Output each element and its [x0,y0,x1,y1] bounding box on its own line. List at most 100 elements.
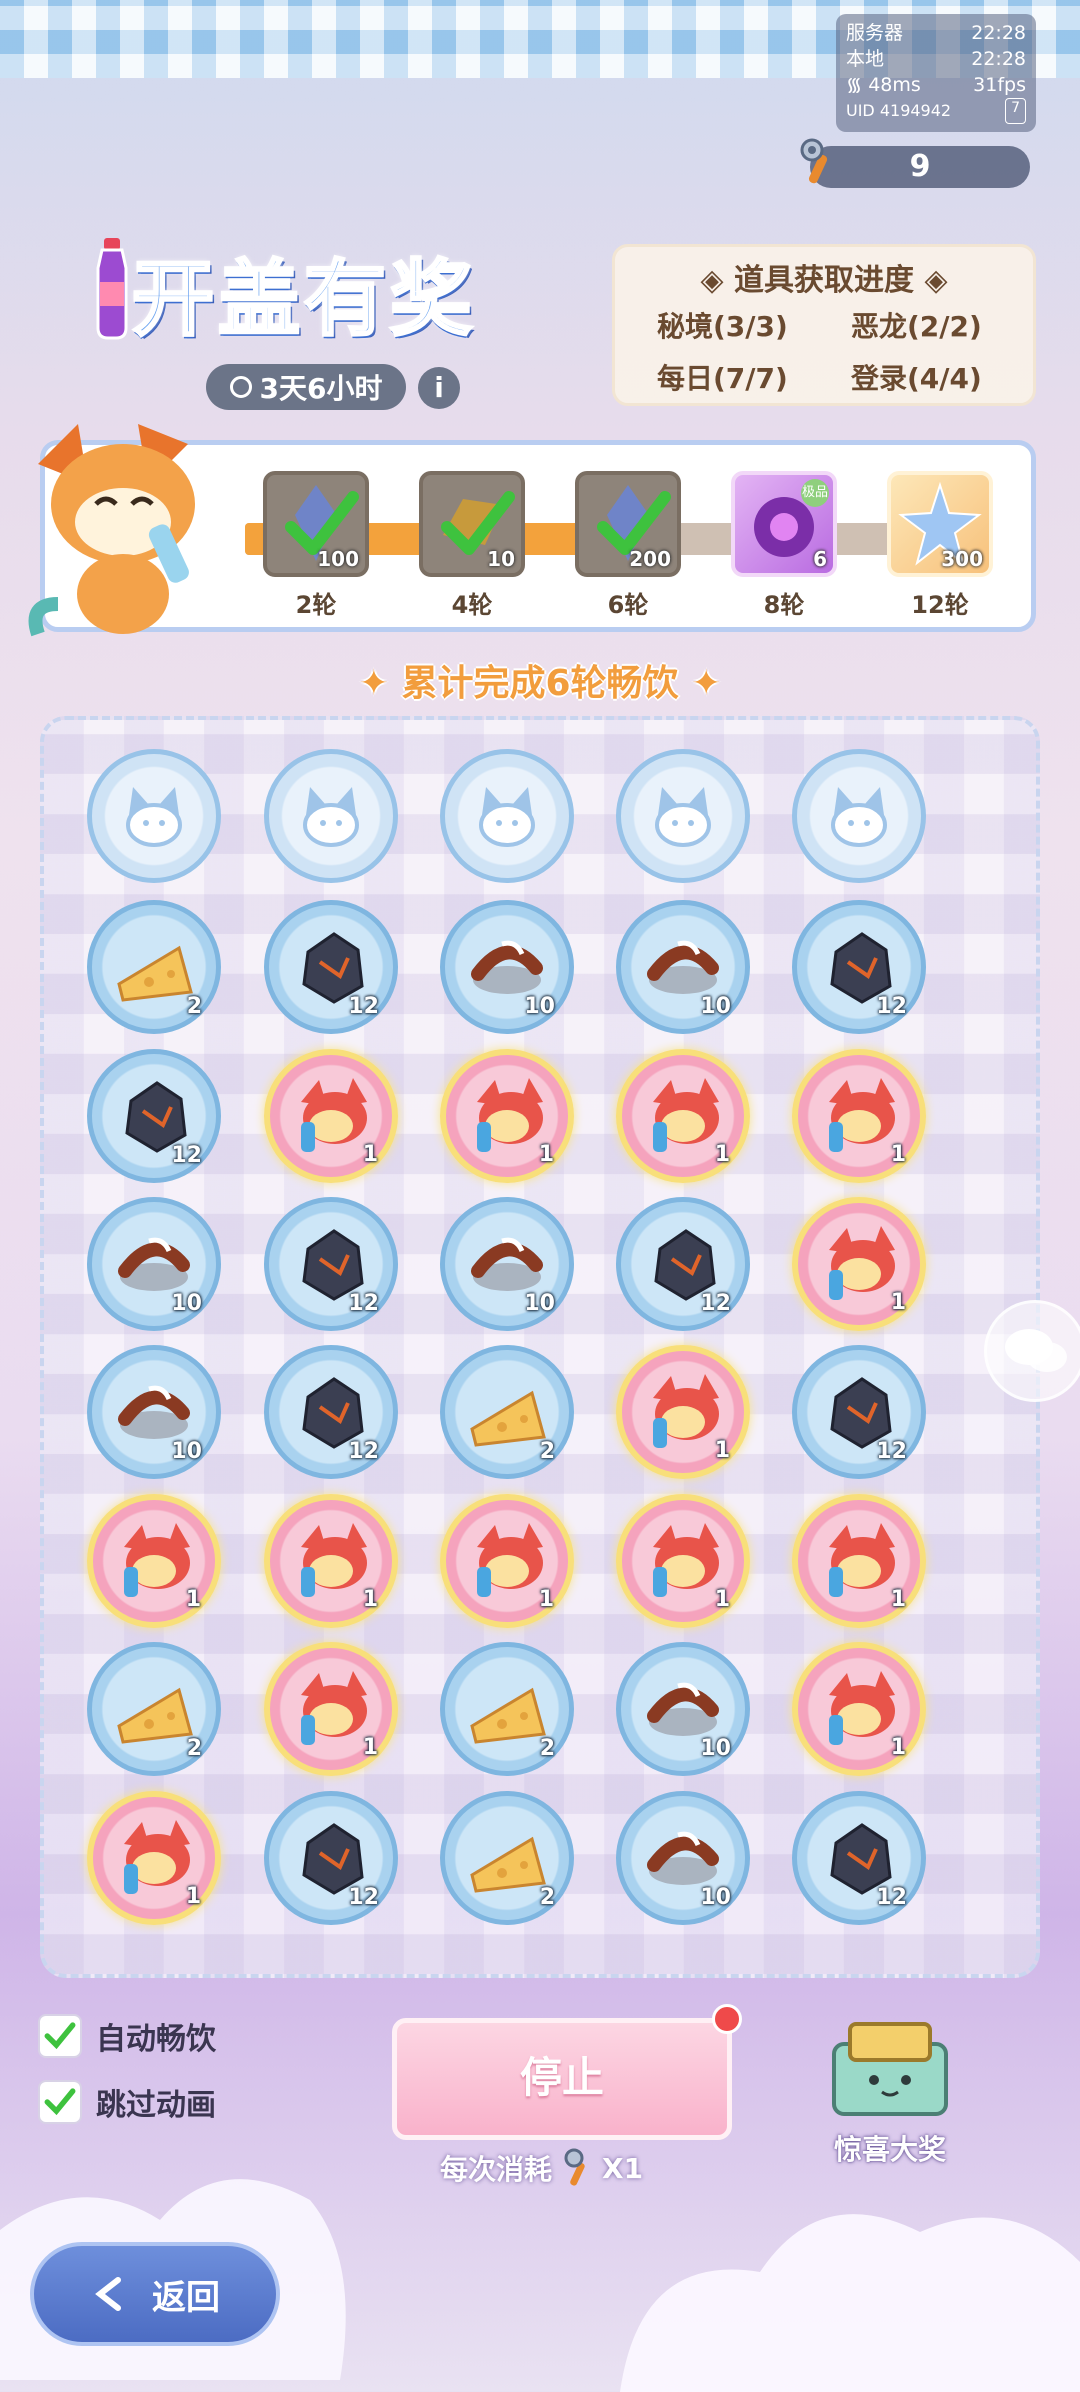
bottle-cap-fox[interactable]: 1 [792,1049,926,1183]
reward-tier-8[interactable]: 极品 6 8轮 [731,471,837,620]
timer-text: 3天6小时 [259,372,383,405]
item-qty: 1 [714,1587,730,1612]
reward-tier-4[interactable]: 10 4轮 [419,471,525,620]
event-timer: 3天6小时 [206,364,406,410]
status-overlay: 服务器 22:28 本地 22:28 ᯾ 48ms 31fps UID 4194942… [836,14,1036,132]
bottle-cap-sausage[interactable]: 10 [616,1791,750,1925]
bottle-cap-cap[interactable] [87,749,221,883]
cheese-icon [117,945,193,1002]
bottle-cap-ore[interactable]: 12 [264,1197,398,1331]
bottle-cap-cap[interactable] [264,749,398,883]
local-label: 本地 [846,48,885,70]
bottle-cap-fox[interactable]: 1 [792,1494,926,1628]
progress-item-secret: 秘境(3/3) [657,310,788,343]
bottle-cap-ore[interactable]: 12 [792,1345,926,1479]
bottle-cap-ore[interactable]: 12 [87,1049,221,1183]
bottle-cap-cheese[interactable]: 2 [87,1642,221,1776]
item-qty: 12 [876,994,907,1019]
item-qty: 2 [186,994,202,1019]
bottle-cap-cat-icon [126,787,182,847]
bottle-cap-fox[interactable]: 1 [264,1494,398,1628]
item-qty: 10 [700,994,731,1019]
cost-qty: X1 [602,2151,644,2185]
auto-drink-option[interactable]: 自动畅饮 [38,2014,216,2058]
progress-item-daily: 每日(7/7) [657,362,788,395]
item-qty: 1 [890,1142,906,1167]
cheese-icon [470,1687,546,1744]
bottle-cap-cap[interactable] [792,749,926,883]
bottle-cap-fox[interactable]: 1 [792,1642,926,1776]
bottle-cap-cheese[interactable]: 2 [440,1345,574,1479]
bottle-cap-ore[interactable]: 12 [792,1791,926,1925]
reward-tier-12[interactable]: 300 12轮 [887,471,993,620]
bottle-cap-sausage[interactable]: 10 [87,1345,221,1479]
auto-drink-checkbox[interactable] [38,2014,82,2058]
item-qty: 2 [539,1885,555,1910]
cheese-icon [470,1390,546,1447]
bottle-cap-cat-icon [831,787,887,847]
bottle-cap-ore[interactable]: 12 [264,1345,398,1479]
premium-tag: 极品 [801,479,829,507]
bottle-cap-fox[interactable]: 1 [440,1049,574,1183]
progress-item-login: 登录(4/4) [851,362,982,395]
bottle-cap-fox[interactable]: 1 [616,1494,750,1628]
back-label: 返回 [152,2277,220,2318]
reward-box: 100 [263,471,369,577]
bottle-cap-fox[interactable]: 1 [87,1791,221,1925]
bottle-cap-sausage[interactable]: 10 [616,900,750,1034]
bottle-cap-cat-icon [303,787,359,847]
stop-button[interactable]: 停止 [392,2018,732,2140]
reward-qty: 10 [487,547,515,571]
bottle-cap-sausage[interactable]: 10 [440,900,574,1034]
bottle-cap-cap[interactable] [616,749,750,883]
reward-box: 200 [575,471,681,577]
bottle-cap-ore[interactable]: 12 [792,900,926,1034]
reward-label: 8轮 [763,591,805,619]
reward-qty: 200 [629,547,671,571]
bottle-cap-fox[interactable]: 1 [264,1049,398,1183]
bottle-cap-sausage[interactable]: 10 [616,1642,750,1776]
bottle-opener-icon [800,138,828,184]
bottle-cap-cheese[interactable]: 2 [87,900,221,1034]
bottle-cap-sausage[interactable]: 10 [87,1197,221,1331]
check-icon [44,2022,76,2050]
skip-animation-option[interactable]: 跳过动画 [38,2080,216,2124]
reward-box: 极品 6 [731,471,837,577]
clock-icon [229,376,252,398]
item-qty: 12 [348,1885,379,1910]
bottle-cap-ore[interactable]: 12 [264,900,398,1034]
bottle-cap-cat-icon [655,787,711,847]
fps-readout: 31fps [973,74,1026,96]
item-qty: 2 [539,1736,555,1761]
bottle-cap-fox[interactable]: 1 [87,1494,221,1628]
uid-readout: UID 4194942 [846,101,952,120]
bottle-cap-sausage[interactable]: 10 [440,1197,574,1331]
skip-animation-label: 跳过动画 [96,2088,216,2123]
bottle-cap-cheese[interactable]: 2 [440,1791,574,1925]
progress-item-dragon: 恶龙(2/2) [851,310,982,343]
reward-tier-6[interactable]: 200 6轮 [575,471,681,620]
item-qty: 12 [348,1291,379,1316]
skip-animation-checkbox[interactable] [38,2080,82,2124]
bottle-cap-ore[interactable]: 12 [264,1791,398,1925]
back-arrow-icon [95,2277,121,2311]
bottle-cap-fox[interactable]: 1 [264,1642,398,1776]
bottle-cap-fox[interactable]: 1 [616,1345,750,1479]
bottle-cap-fox[interactable]: 1 [616,1049,750,1183]
item-progress-panel: ◈ 道具获取进度 ◈ 秘境(3/3) 恶龙(2/2) 每日(7/7) 登录(4/… [612,244,1036,406]
bottle-cap-cap[interactable] [440,749,574,883]
progress-title: ◈ 道具获取进度 ◈ [700,263,948,298]
reward-label: 12轮 [911,591,969,619]
bottle-cap-cheese[interactable]: 2 [440,1642,574,1776]
back-button[interactable]: 返回 [30,2242,280,2346]
bottle-cap-fox[interactable]: 1 [792,1197,926,1331]
item-qty: 10 [700,1885,731,1910]
bottle-cap-ore[interactable]: 12 [616,1197,750,1331]
info-button[interactable]: i [418,367,460,409]
chat-button[interactable] [984,1300,1080,1402]
bottle-cap-fox[interactable]: 1 [440,1494,574,1628]
surprise-prize-button[interactable]: 惊喜大奖 [820,2014,960,2168]
surprise-prize-label: 惊喜大奖 [833,2133,946,2166]
reward-tier-2[interactable]: 100 2轮 [263,471,369,620]
ping-readout: ᯾ 48ms [846,74,921,96]
